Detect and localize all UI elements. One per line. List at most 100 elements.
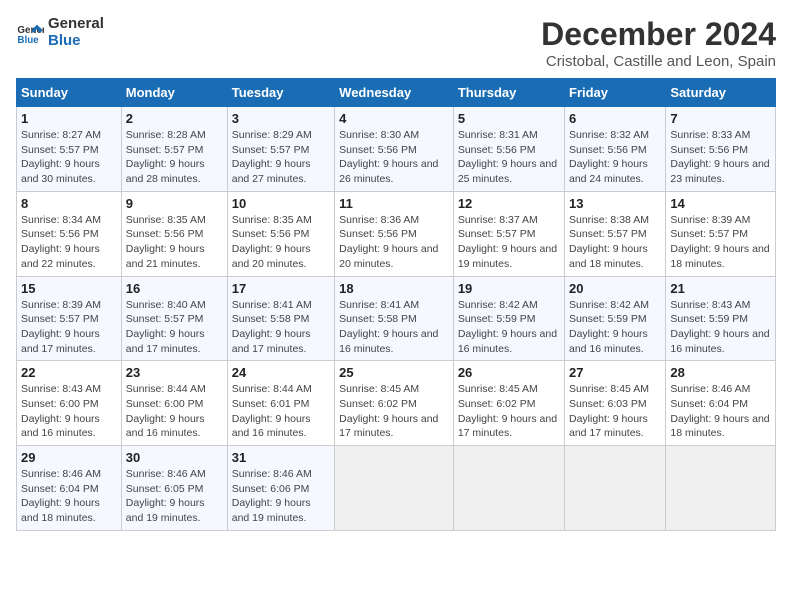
day-number: 10 [232, 196, 330, 211]
calendar-week-1: 1 Sunrise: 8:27 AMSunset: 5:57 PMDayligh… [17, 107, 776, 192]
calendar-cell: 1 Sunrise: 8:27 AMSunset: 5:57 PMDayligh… [17, 107, 122, 192]
day-number: 14 [670, 196, 771, 211]
day-info: Sunrise: 8:35 AMSunset: 5:56 PMDaylight:… [232, 214, 312, 270]
calendar-table: Sunday Monday Tuesday Wednesday Thursday… [16, 78, 776, 531]
day-info: Sunrise: 8:43 AMSunset: 5:59 PMDaylight:… [670, 299, 769, 355]
day-number: 17 [232, 281, 330, 296]
calendar-cell [565, 446, 666, 531]
day-number: 15 [21, 281, 117, 296]
day-info: Sunrise: 8:35 AMSunset: 5:56 PMDaylight:… [126, 214, 206, 270]
calendar-cell: 13 Sunrise: 8:38 AMSunset: 5:57 PMDaylig… [565, 191, 666, 276]
calendar-cell [453, 446, 564, 531]
calendar-cell: 31 Sunrise: 8:46 AMSunset: 6:06 PMDaylig… [227, 446, 334, 531]
day-number: 27 [569, 365, 661, 380]
calendar-cell: 14 Sunrise: 8:39 AMSunset: 5:57 PMDaylig… [666, 191, 776, 276]
calendar-cell: 12 Sunrise: 8:37 AMSunset: 5:57 PMDaylig… [453, 191, 564, 276]
day-number: 4 [339, 111, 449, 126]
day-number: 26 [458, 365, 560, 380]
day-info: Sunrise: 8:40 AMSunset: 5:57 PMDaylight:… [126, 299, 206, 355]
calendar-cell: 28 Sunrise: 8:46 AMSunset: 6:04 PMDaylig… [666, 361, 776, 446]
day-info: Sunrise: 8:29 AMSunset: 5:57 PMDaylight:… [232, 129, 312, 185]
day-info: Sunrise: 8:28 AMSunset: 5:57 PMDaylight:… [126, 129, 206, 185]
calendar-week-5: 29 Sunrise: 8:46 AMSunset: 6:04 PMDaylig… [17, 446, 776, 531]
day-info: Sunrise: 8:41 AMSunset: 5:58 PMDaylight:… [339, 299, 438, 355]
day-number: 22 [21, 365, 117, 380]
day-number: 5 [458, 111, 560, 126]
calendar-cell: 23 Sunrise: 8:44 AMSunset: 6:00 PMDaylig… [121, 361, 227, 446]
calendar-cell: 6 Sunrise: 8:32 AMSunset: 5:56 PMDayligh… [565, 107, 666, 192]
day-info: Sunrise: 8:39 AMSunset: 5:57 PMDaylight:… [21, 299, 101, 355]
col-friday: Friday [565, 79, 666, 107]
calendar-cell [335, 446, 454, 531]
calendar-cell: 29 Sunrise: 8:46 AMSunset: 6:04 PMDaylig… [17, 446, 122, 531]
col-thursday: Thursday [453, 79, 564, 107]
calendar-cell: 17 Sunrise: 8:41 AMSunset: 5:58 PMDaylig… [227, 276, 334, 361]
calendar-cell: 3 Sunrise: 8:29 AMSunset: 5:57 PMDayligh… [227, 107, 334, 192]
calendar-cell: 20 Sunrise: 8:42 AMSunset: 5:59 PMDaylig… [565, 276, 666, 361]
svg-text:Blue: Blue [17, 34, 39, 45]
calendar-cell [666, 446, 776, 531]
calendar-cell: 8 Sunrise: 8:34 AMSunset: 5:56 PMDayligh… [17, 191, 122, 276]
page-title: December 2024 [541, 16, 776, 53]
day-number: 21 [670, 281, 771, 296]
calendar-cell: 9 Sunrise: 8:35 AMSunset: 5:56 PMDayligh… [121, 191, 227, 276]
calendar-cell: 5 Sunrise: 8:31 AMSunset: 5:56 PMDayligh… [453, 107, 564, 192]
day-info: Sunrise: 8:36 AMSunset: 5:56 PMDaylight:… [339, 214, 438, 270]
day-info: Sunrise: 8:44 AMSunset: 6:01 PMDaylight:… [232, 383, 312, 439]
calendar-cell: 18 Sunrise: 8:41 AMSunset: 5:58 PMDaylig… [335, 276, 454, 361]
day-info: Sunrise: 8:41 AMSunset: 5:58 PMDaylight:… [232, 299, 312, 355]
col-sunday: Sunday [17, 79, 122, 107]
day-number: 11 [339, 196, 449, 211]
header: General Blue General Blue December 2024 … [16, 16, 776, 70]
day-number: 7 [670, 111, 771, 126]
day-info: Sunrise: 8:38 AMSunset: 5:57 PMDaylight:… [569, 214, 649, 270]
day-number: 2 [126, 111, 223, 126]
page-subtitle: Cristobal, Castille and Leon, Spain [541, 53, 776, 70]
day-number: 1 [21, 111, 117, 126]
day-number: 29 [21, 450, 117, 465]
calendar-cell: 19 Sunrise: 8:42 AMSunset: 5:59 PMDaylig… [453, 276, 564, 361]
day-number: 24 [232, 365, 330, 380]
calendar-week-4: 22 Sunrise: 8:43 AMSunset: 6:00 PMDaylig… [17, 361, 776, 446]
calendar-cell: 7 Sunrise: 8:33 AMSunset: 5:56 PMDayligh… [666, 107, 776, 192]
day-number: 31 [232, 450, 330, 465]
col-tuesday: Tuesday [227, 79, 334, 107]
col-wednesday: Wednesday [335, 79, 454, 107]
day-number: 3 [232, 111, 330, 126]
day-number: 13 [569, 196, 661, 211]
calendar-cell: 21 Sunrise: 8:43 AMSunset: 5:59 PMDaylig… [666, 276, 776, 361]
logo-icon: General Blue [16, 19, 44, 47]
day-number: 19 [458, 281, 560, 296]
day-info: Sunrise: 8:33 AMSunset: 5:56 PMDaylight:… [670, 129, 769, 185]
day-info: Sunrise: 8:42 AMSunset: 5:59 PMDaylight:… [569, 299, 649, 355]
calendar-cell: 11 Sunrise: 8:36 AMSunset: 5:56 PMDaylig… [335, 191, 454, 276]
day-info: Sunrise: 8:44 AMSunset: 6:00 PMDaylight:… [126, 383, 206, 439]
calendar-cell: 27 Sunrise: 8:45 AMSunset: 6:03 PMDaylig… [565, 361, 666, 446]
day-number: 30 [126, 450, 223, 465]
title-area: December 2024 Cristobal, Castille and Le… [541, 16, 776, 70]
col-monday: Monday [121, 79, 227, 107]
day-info: Sunrise: 8:39 AMSunset: 5:57 PMDaylight:… [670, 214, 769, 270]
calendar-cell: 16 Sunrise: 8:40 AMSunset: 5:57 PMDaylig… [121, 276, 227, 361]
calendar-cell: 22 Sunrise: 8:43 AMSunset: 6:00 PMDaylig… [17, 361, 122, 446]
calendar-week-3: 15 Sunrise: 8:39 AMSunset: 5:57 PMDaylig… [17, 276, 776, 361]
day-info: Sunrise: 8:42 AMSunset: 5:59 PMDaylight:… [458, 299, 557, 355]
calendar-cell: 15 Sunrise: 8:39 AMSunset: 5:57 PMDaylig… [17, 276, 122, 361]
calendar-cell: 30 Sunrise: 8:46 AMSunset: 6:05 PMDaylig… [121, 446, 227, 531]
col-saturday: Saturday [666, 79, 776, 107]
calendar-week-2: 8 Sunrise: 8:34 AMSunset: 5:56 PMDayligh… [17, 191, 776, 276]
logo-text: General [48, 16, 104, 33]
day-info: Sunrise: 8:45 AMSunset: 6:02 PMDaylight:… [339, 383, 438, 439]
day-number: 6 [569, 111, 661, 126]
calendar-cell: 25 Sunrise: 8:45 AMSunset: 6:02 PMDaylig… [335, 361, 454, 446]
day-info: Sunrise: 8:46 AMSunset: 6:05 PMDaylight:… [126, 468, 206, 524]
day-number: 25 [339, 365, 449, 380]
day-info: Sunrise: 8:46 AMSunset: 6:06 PMDaylight:… [232, 468, 312, 524]
day-info: Sunrise: 8:37 AMSunset: 5:57 PMDaylight:… [458, 214, 557, 270]
day-info: Sunrise: 8:32 AMSunset: 5:56 PMDaylight:… [569, 129, 649, 185]
day-info: Sunrise: 8:45 AMSunset: 6:02 PMDaylight:… [458, 383, 557, 439]
day-info: Sunrise: 8:27 AMSunset: 5:57 PMDaylight:… [21, 129, 101, 185]
day-number: 8 [21, 196, 117, 211]
calendar-cell: 10 Sunrise: 8:35 AMSunset: 5:56 PMDaylig… [227, 191, 334, 276]
day-info: Sunrise: 8:46 AMSunset: 6:04 PMDaylight:… [21, 468, 101, 524]
